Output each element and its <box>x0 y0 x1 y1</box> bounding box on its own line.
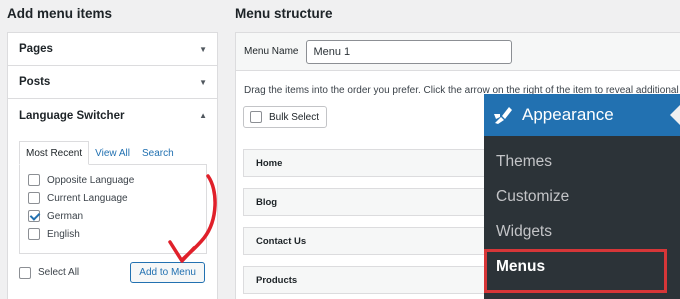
bulk-select-button[interactable]: Bulk Select <box>243 106 328 128</box>
annotation-arrow-icon <box>168 174 217 263</box>
menu-name-row: Menu Name <box>236 33 680 71</box>
menu-item-label: Blog <box>256 196 278 208</box>
posts-section-toggle[interactable]: Posts ▼ <box>8 66 217 99</box>
paintbrush-icon <box>494 107 512 124</box>
menu-name-label: Menu Name <box>244 46 299 57</box>
menu-name-input[interactable] <box>306 39 513 64</box>
tab-most-recent[interactable]: Most Recent <box>19 141 90 165</box>
submenu-customize[interactable]: Customize <box>484 179 680 214</box>
menu-structure-title: Menu structure <box>235 6 333 21</box>
menu-item-label: Contact Us <box>256 235 307 247</box>
submenu-widgets[interactable]: Widgets <box>484 214 680 249</box>
caret-down-icon: ▼ <box>199 77 207 87</box>
menus-highlight-box <box>484 249 667 293</box>
select-all-label: Select All <box>38 267 80 278</box>
option-label: Current Language <box>47 192 128 204</box>
german-checkbox[interactable] <box>28 210 40 222</box>
select-all-checkbox[interactable] <box>19 266 31 279</box>
submenu-themes[interactable]: Themes <box>484 144 680 179</box>
appearance-menu-title: Appearance <box>522 105 614 124</box>
posts-section-label: Posts <box>19 76 51 88</box>
bulk-select-checkbox[interactable] <box>250 111 262 123</box>
pages-section-label: Pages <box>19 43 53 55</box>
caret-down-icon: ▼ <box>199 44 207 54</box>
option-label: English <box>47 228 80 240</box>
select-all[interactable]: Select All <box>19 266 80 279</box>
tab-search[interactable]: Search <box>136 142 180 164</box>
language-switcher-section-toggle[interactable]: Language Switcher ▲ <box>8 99 217 132</box>
add-menu-items-title: Add menu items <box>7 6 113 21</box>
current-language-checkbox[interactable] <box>28 192 40 204</box>
english-checkbox[interactable] <box>28 228 40 240</box>
caret-up-icon: ▲ <box>199 111 207 120</box>
language-switcher-section-label: Language Switcher <box>19 109 125 122</box>
appearance-menu-header[interactable]: Appearance <box>484 94 680 136</box>
menu-item-label: Home <box>256 157 283 169</box>
pages-section-toggle[interactable]: Pages ▼ <box>8 33 217 66</box>
option-label: Opposite Language <box>47 174 135 186</box>
opposite-language-checkbox[interactable] <box>28 174 40 186</box>
menu-item-label: Products <box>256 274 298 286</box>
language-tabs: Most Recent View All Search <box>19 140 207 165</box>
tab-view-all[interactable]: View All <box>89 142 136 164</box>
option-label: German <box>47 210 84 222</box>
bulk-select-label: Bulk Select <box>269 111 320 123</box>
